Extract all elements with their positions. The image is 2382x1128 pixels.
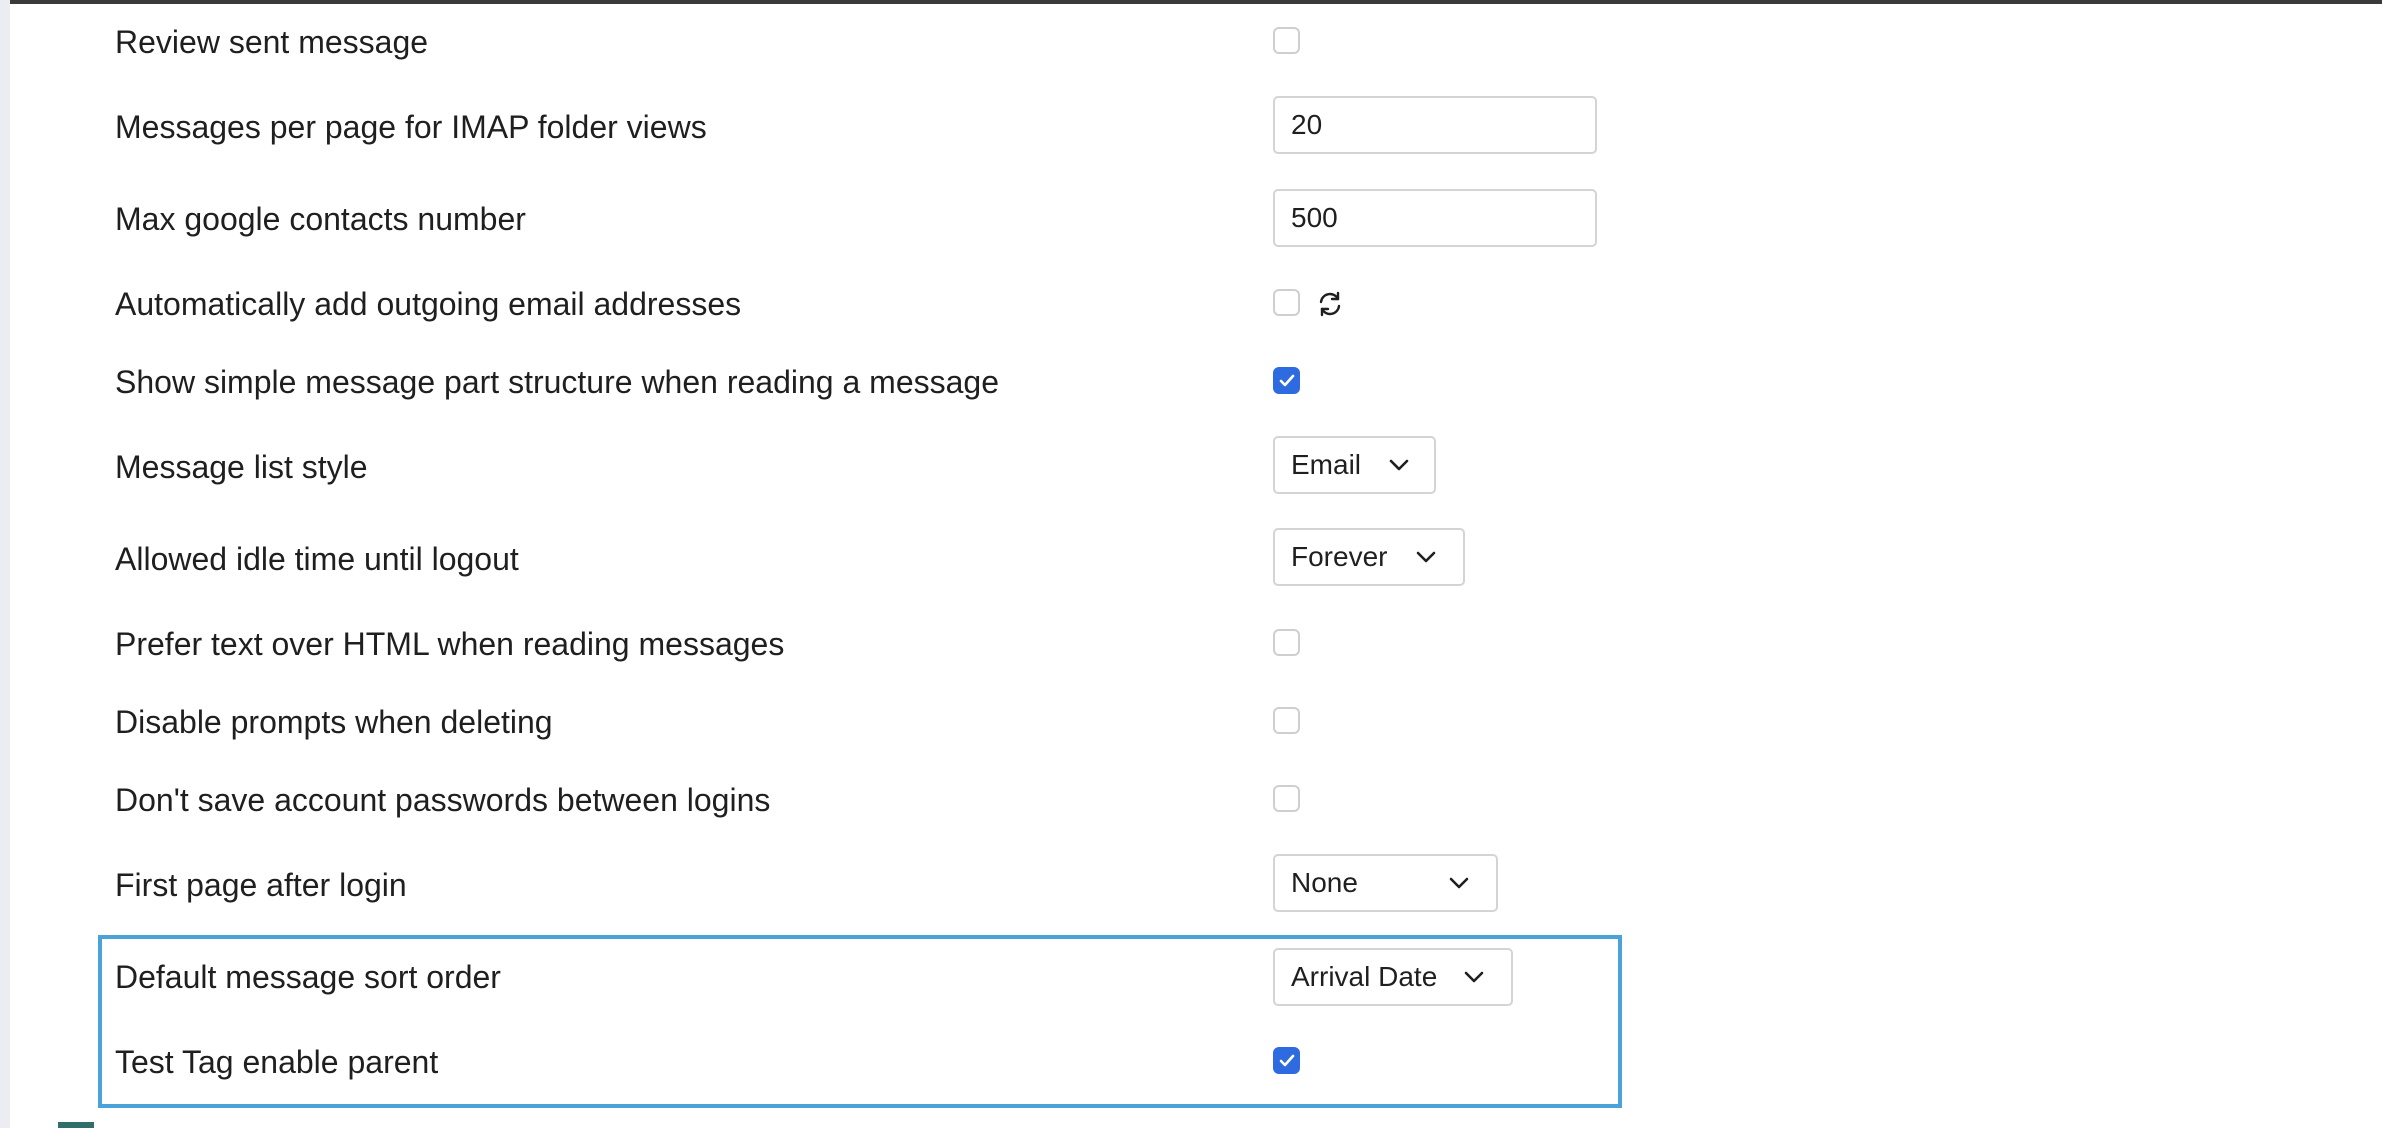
setting-label: Prefer text over HTML when reading messa… [115,626,785,662]
max-google-contacts-input[interactable] [1273,189,1597,247]
chevron-down-icon [1416,551,1436,563]
setting-label: Test Tag enable parent [115,1044,439,1080]
prefer-text-checkbox[interactable] [1273,629,1300,656]
idle-time-select[interactable]: Forever [1273,528,1465,586]
setting-label: Messages per page for IMAP folder views [115,109,707,145]
message-list-style-select[interactable]: Email [1273,436,1436,494]
setting-label: First page after login [115,867,407,903]
setting-label: Don't save account passwords between log… [115,782,771,818]
select-value: Arrival Date [1291,961,1438,992]
review-sent-message-checkbox[interactable] [1273,27,1300,54]
setting-label: Allowed idle time until logout [115,541,519,577]
select-value: None [1291,867,1358,898]
setting-label: Automatically add outgoing email address… [115,286,742,322]
bottom-section-marker [58,1122,94,1128]
simple-message-part-checkbox[interactable] [1273,367,1300,394]
chevron-down-icon [1449,877,1469,889]
checkmark-icon [1279,1054,1295,1067]
test-tag-enable-parent-checkbox[interactable] [1273,1047,1300,1074]
auto-add-outgoing-checkbox[interactable] [1273,289,1300,316]
select-value: Email [1291,449,1362,480]
chevron-down-icon [1389,459,1409,471]
left-sidebar-edge [0,0,10,1128]
checkmark-icon [1279,374,1295,387]
no-save-passwords-checkbox[interactable] [1273,785,1300,812]
select-value: Forever [1291,541,1388,572]
setting-label: Review sent message [115,24,429,60]
messages-per-page-input[interactable] [1273,96,1597,154]
refresh-icon[interactable] [1315,289,1345,324]
setting-label: Max google contacts number [115,201,526,237]
top-border [0,0,2382,4]
setting-label: Show simple message part structure when … [115,364,999,400]
setting-label: Disable prompts when deleting [115,704,553,740]
setting-label: Default message sort order [115,959,501,995]
first-page-select[interactable]: None [1273,854,1498,912]
sort-order-select[interactable]: Arrival Date [1273,948,1513,1006]
chevron-down-icon [1464,971,1484,983]
setting-label: Message list style [115,449,368,485]
disable-prompts-checkbox[interactable] [1273,707,1300,734]
